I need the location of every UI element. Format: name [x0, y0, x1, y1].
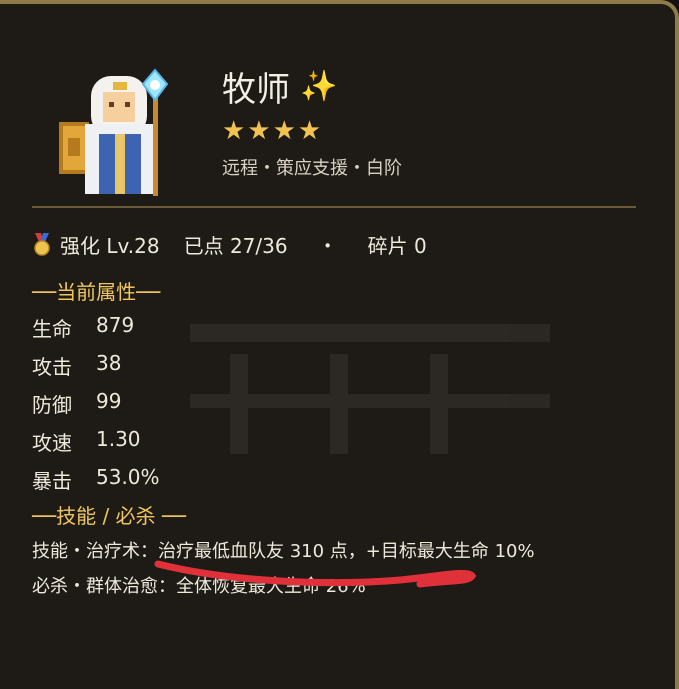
medal-icon — [34, 232, 50, 256]
attribute-label: 生命 — [32, 317, 72, 341]
attribute-row-crit: 暴击 53.0% — [32, 465, 160, 494]
attribute-label: 攻击 — [32, 355, 72, 379]
upgrade-level: 强化 Lv.28 — [60, 234, 160, 258]
attribute-value: 53.0% — [96, 465, 160, 489]
top-edge-nub — [468, 0, 486, 4]
hero-title: 牧师 ✨ — [222, 62, 337, 111]
red-underline-annotation — [154, 560, 477, 588]
top-edge-nub — [198, 0, 216, 4]
skills-header: ──技能 / 必杀 ── — [32, 504, 186, 528]
header-divider — [32, 206, 636, 208]
attribute-row-attack-speed: 攻速 1.30 — [32, 427, 141, 456]
attribute-value: 99 — [96, 389, 122, 413]
attribute-label: 防御 — [32, 393, 72, 417]
hero-tags: 远程・策应支援・白阶 — [222, 158, 402, 179]
priest-portrait — [59, 68, 169, 196]
hero-name: 牧师 — [222, 70, 290, 110]
attribute-value: 879 — [96, 313, 135, 337]
background-watermark — [190, 324, 550, 464]
attribute-label: 暴击 — [32, 469, 72, 493]
attribute-label: 攻速 — [32, 431, 72, 455]
hero-detail-panel: 牧师 ✨ ★★★★ 远程・策应支援・白阶 强化 Lv.28 已点 27/36 ・… — [0, 0, 679, 689]
attribute-value: 38 — [96, 351, 122, 375]
attribute-row-attack: 攻击 38 — [32, 351, 121, 380]
attribute-value: 1.30 — [96, 427, 141, 451]
attributes-header: ──当前属性── — [32, 280, 161, 304]
sparkle-icon: ✨ — [300, 69, 338, 104]
attribute-row-hp: 生命 879 — [32, 313, 134, 342]
separator-dot: ・ — [317, 234, 338, 258]
shard-count: 碎片 0 — [367, 234, 427, 258]
star-rating: ★★★★ — [222, 116, 324, 146]
attribute-row-defense: 防御 99 — [32, 389, 121, 418]
upgrade-points: 已点 27/36 — [183, 234, 288, 258]
upgrade-row: 强化 Lv.28 已点 27/36 ・ 碎片 0 — [32, 230, 427, 259]
